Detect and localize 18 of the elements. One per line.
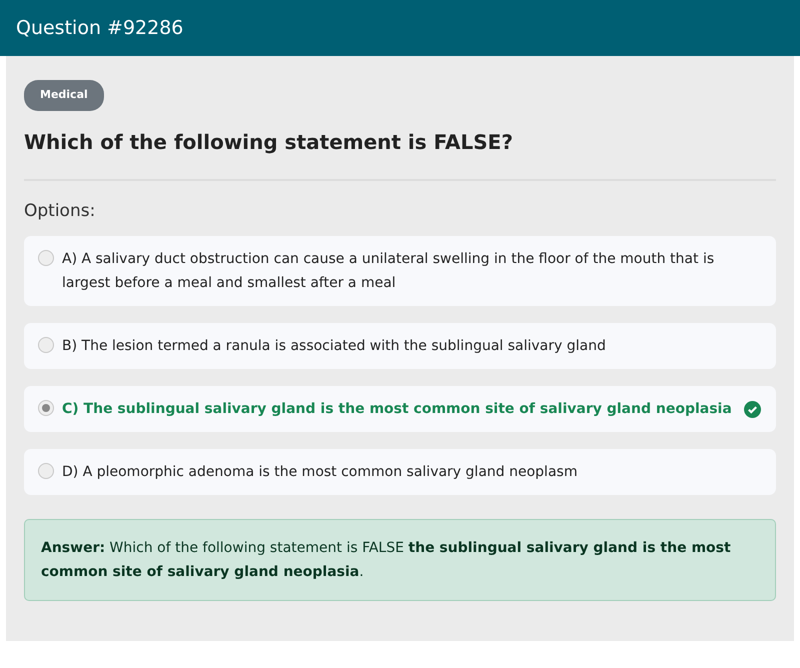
option-text: D) A pleomorphic adenoma is the most common salivary gland neoplasm [62,463,578,482]
question-text: Which of the following statement is FALSE? [24,128,514,156]
option-row[interactable]: D) A pleomorphic adenoma is the most common salivary gland neoplasm [24,449,776,495]
option-row[interactable]: C) The sublingual salivary gland is the most common site of salivary gland neoplasia [24,386,776,432]
option-text: A) A salivary duct obstruction can cause a unilateral swelling in the floor of the mouth that is largest before a meal and smallest after a meal [62,250,716,293]
question-title: Question #92286 [16,16,184,41]
option-text: C) The sublingual salivary gland is the most common site of salivary gland neoplasia [62,400,732,419]
radio-button[interactable] [38,400,54,416]
radio-button[interactable] [38,463,54,479]
option-row[interactable]: B) The lesion termed a ranula is associated with the sublingual salivary gland [24,323,776,369]
options-label: Options: [24,200,96,222]
radio-button[interactable] [38,337,54,353]
option-text: B) The lesion termed a ranula is associated with the sublingual salivary gland [62,337,606,356]
category-tag: Medical [24,80,104,110]
answer-text: Answer: Which of the following statement is FALSE the sublingual salivary gland is the most common site of salivary gland neoplasia. [24,519,776,601]
check-icon [744,401,761,418]
radio-button[interactable] [38,250,54,266]
option-row[interactable]: A) A salivary duct obstruction can cause a unilateral swelling in the floor of the mouth that is largest before a meal and smallest after a meal [24,236,776,306]
